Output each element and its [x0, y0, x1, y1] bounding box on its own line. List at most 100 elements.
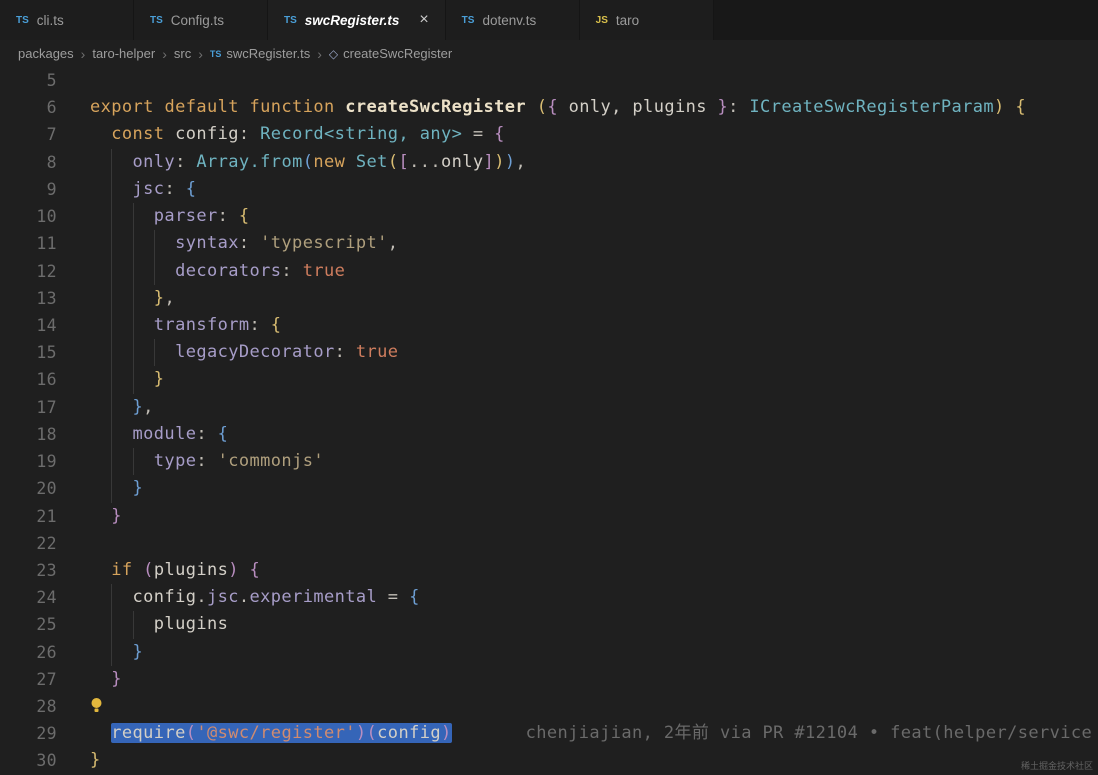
- code-line-content[interactable]: module: {: [57, 421, 1098, 448]
- indent-guide: [90, 584, 111, 611]
- code-line-content[interactable]: }: [57, 666, 1098, 693]
- code-line-10: 10parser: {: [0, 203, 1098, 230]
- code-token: ,: [143, 397, 154, 417]
- code-token: jsc: [133, 179, 165, 199]
- code-token: {: [271, 315, 282, 335]
- git-blame-annotation: chenjiajian, 2年前 via PR #12104 • feat(he…: [526, 723, 1093, 743]
- lightbulb-icon[interactable]: [90, 696, 103, 716]
- code-line-19: 19type: 'commonjs': [0, 448, 1098, 475]
- code-token: config: [175, 124, 239, 144]
- code-token: Record<string, any>: [260, 124, 462, 144]
- code-token: ,: [515, 152, 526, 172]
- code-token: ICreateSwcRegisterParam: [749, 97, 994, 117]
- code-line-content[interactable]: },: [57, 285, 1098, 312]
- code-token: :: [281, 261, 302, 281]
- indent-guide: [111, 230, 132, 257]
- tab-taro[interactable]: JStaro: [580, 0, 714, 40]
- code-token: }: [133, 478, 144, 498]
- code-line-content[interactable]: [57, 693, 1098, 720]
- breadcrumb-item-packages[interactable]: packages: [18, 46, 74, 61]
- code-token: :: [250, 315, 271, 335]
- code-token: (: [186, 723, 197, 743]
- line-number: 22: [0, 530, 57, 557]
- indent-guide: [90, 475, 111, 502]
- line-number: 16: [0, 366, 57, 393]
- code-line-content[interactable]: }: [57, 639, 1098, 666]
- code-line-content[interactable]: }: [57, 747, 1098, 774]
- code-line-content[interactable]: require('@swc/register')(config)chenjiaj…: [57, 720, 1098, 747]
- code-token: }: [111, 669, 122, 689]
- code-token: :: [239, 233, 260, 253]
- code-line-content[interactable]: parser: {: [57, 203, 1098, 230]
- code-line-content[interactable]: jsc: {: [57, 176, 1098, 203]
- close-icon[interactable]: ×: [419, 12, 428, 28]
- indent-guide: [111, 475, 132, 502]
- code-token: }: [90, 750, 101, 770]
- code-line-content[interactable]: const config: Record<string, any> = {: [57, 121, 1098, 148]
- code-line-27: 27}: [0, 666, 1098, 693]
- breadcrumb-item-createSwcRegister[interactable]: ◇ createSwcRegister: [329, 46, 452, 61]
- code-line-content[interactable]: }: [57, 475, 1098, 502]
- indent-guide: [90, 149, 111, 176]
- code-line-content[interactable]: legacyDecorator: true: [57, 339, 1098, 366]
- code-line-content[interactable]: config.jsc.experimental = {: [57, 584, 1098, 611]
- line-number: 10: [0, 203, 57, 230]
- code-token: config: [133, 587, 197, 607]
- breadcrumb-item-swcRegister.ts[interactable]: TS swcRegister.ts: [210, 46, 310, 61]
- symbol-method-icon: ◇: [329, 47, 338, 61]
- code-token: 'typescript': [260, 233, 388, 253]
- tab-Config.ts[interactable]: TSConfig.ts: [134, 0, 268, 40]
- indent-guide: [111, 639, 132, 666]
- breadcrumb-item-taro-helper[interactable]: taro-helper: [92, 46, 155, 61]
- tab-swcRegister.ts[interactable]: TSswcRegister.ts×: [268, 0, 446, 40]
- code-line-content[interactable]: [57, 530, 1098, 557]
- code-token: .: [196, 587, 207, 607]
- indent-guide: [133, 230, 154, 257]
- code-token: {: [218, 424, 229, 444]
- indent-guide: [154, 339, 175, 366]
- code-token: ,: [164, 288, 175, 308]
- code-token: only: [441, 152, 484, 172]
- code-token: :: [196, 451, 217, 471]
- code-line-28: 28: [0, 693, 1098, 720]
- code-token: plugins: [154, 614, 228, 634]
- breadcrumb-label: swcRegister.ts: [226, 46, 310, 61]
- breadcrumb-label: createSwcRegister: [343, 46, 452, 61]
- indent-guide: [111, 149, 132, 176]
- code-line-content[interactable]: export default function createSwcRegiste…: [57, 94, 1098, 121]
- indent-guide: [133, 339, 154, 366]
- code-line-content[interactable]: type: 'commonjs': [57, 448, 1098, 475]
- code-token: module: [133, 424, 197, 444]
- tab-label: dotenv.ts: [482, 13, 536, 28]
- indent-guide: [133, 366, 154, 393]
- indent-guide: [133, 258, 154, 285]
- code-token: if: [111, 560, 143, 580]
- code-line-content[interactable]: },: [57, 394, 1098, 421]
- code-line-content[interactable]: [57, 67, 1098, 94]
- code-token: :: [218, 206, 239, 226]
- code-line-content[interactable]: transform: {: [57, 312, 1098, 339]
- code-line-18: 18module: {: [0, 421, 1098, 448]
- ts-file-icon: TS: [210, 49, 222, 59]
- tab-cli.ts[interactable]: TScli.ts: [0, 0, 134, 40]
- line-number: 5: [0, 67, 57, 94]
- code-line-content[interactable]: syntax: 'typescript',: [57, 230, 1098, 257]
- breadcrumb-item-src[interactable]: src: [174, 46, 191, 61]
- code-line-content[interactable]: plugins: [57, 611, 1098, 638]
- code-line-content[interactable]: decorators: true: [57, 258, 1098, 285]
- tab-dotenv.ts[interactable]: TSdotenv.ts: [446, 0, 580, 40]
- code-line-content[interactable]: }: [57, 503, 1098, 530]
- code-line-content[interactable]: if (plugins) {: [57, 557, 1098, 584]
- indent-guide: [90, 312, 111, 339]
- indent-guide: [90, 339, 111, 366]
- code-line-content[interactable]: }: [57, 366, 1098, 393]
- indent-guide: [90, 285, 111, 312]
- indent-guide: [111, 584, 132, 611]
- code-token: {: [250, 560, 261, 580]
- code-line-23: 23if (plugins) {: [0, 557, 1098, 584]
- code-token: (: [388, 152, 399, 172]
- code-line-6: 6export default function createSwcRegist…: [0, 94, 1098, 121]
- indent-guide: [90, 394, 111, 421]
- code-line-22: 22: [0, 530, 1098, 557]
- code-line-content[interactable]: only: Array.from(new Set([...only])),: [57, 149, 1098, 176]
